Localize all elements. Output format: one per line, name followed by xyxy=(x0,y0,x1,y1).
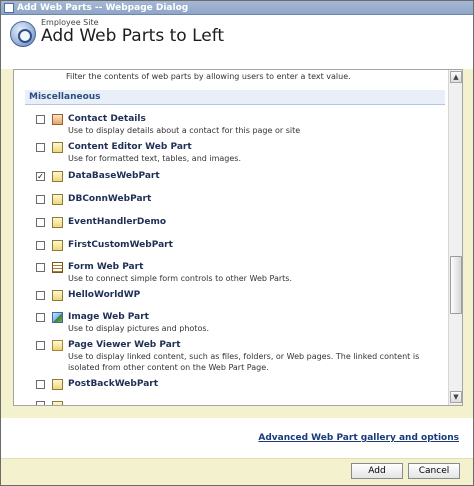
contact-details-icon xyxy=(52,114,63,125)
webpart-checkbox[interactable] xyxy=(36,143,45,152)
scrollbar-thumb[interactable] xyxy=(450,256,462,314)
webpart-description: Use for formatted text, tables, and imag… xyxy=(68,154,242,163)
site-logo-icon xyxy=(10,21,36,47)
webpart-icon xyxy=(52,194,63,205)
window-icon xyxy=(4,3,14,13)
webpart-description: Use to display pictures and photos. xyxy=(68,324,210,333)
webpart-title[interactable]: Page Viewer Web Part xyxy=(68,340,181,350)
webpart-title[interactable]: FirstCustomWebPart xyxy=(68,240,173,250)
header-spacer xyxy=(1,55,473,69)
title-bar: Add Web Parts -- Webpage Dialog xyxy=(1,1,473,15)
cancel-button[interactable]: Cancel xyxy=(408,463,460,479)
webpart-title[interactable]: EventHandlerDemo xyxy=(68,217,166,227)
webpart-checkbox[interactable] xyxy=(36,341,45,350)
webpart-checkbox[interactable] xyxy=(36,195,45,204)
webpart-title[interactable]: DataBaseWebPart xyxy=(68,171,160,181)
form-icon xyxy=(52,262,63,273)
webpart-title[interactable]: PostBackWebPart xyxy=(68,379,158,389)
webpart-checkbox[interactable] xyxy=(36,218,45,227)
webpart-title[interactable]: DBConnWebPart xyxy=(68,194,151,204)
dialog-header: Employee Site Add Web Parts to Left xyxy=(1,15,473,55)
webpart-icon xyxy=(52,171,63,182)
dialog-footer: Add Cancel xyxy=(1,458,473,485)
webpart-title[interactable]: Content Editor Web Part xyxy=(68,142,192,152)
webpart-title[interactable]: HelloWorldWP xyxy=(68,290,140,300)
webpart-checkbox[interactable]: ✓ xyxy=(36,172,45,181)
add-button[interactable]: Add xyxy=(351,463,403,479)
webpart-title[interactable]: Form Web Part xyxy=(68,262,143,272)
body-area: Filter the contents of web parts by allo… xyxy=(1,69,473,418)
webpart-checkbox[interactable] xyxy=(36,241,45,250)
page-viewer-icon xyxy=(52,340,63,351)
webpart-title[interactable]: Contact Details xyxy=(68,114,146,124)
content-editor-icon xyxy=(52,142,63,153)
filter-description: Filter the contents of web parts by allo… xyxy=(66,72,351,81)
advanced-gallery-link[interactable]: Advanced Web Part gallery and options xyxy=(258,433,459,443)
webpart-icon xyxy=(52,401,63,405)
webpart-checkbox[interactable] xyxy=(36,313,45,322)
window-title: Add Web Parts -- Webpage Dialog xyxy=(17,3,189,13)
webpart-icon xyxy=(52,290,63,301)
webpart-checkbox[interactable] xyxy=(36,263,45,272)
category-header: Miscellaneous xyxy=(25,90,445,105)
gallery-list: Filter the contents of web parts by allo… xyxy=(14,70,448,405)
web-part-gallery: Filter the contents of web parts by allo… xyxy=(13,69,463,406)
page-title: Add Web Parts to Left xyxy=(41,26,225,46)
webpart-checkbox[interactable] xyxy=(36,380,45,389)
scroll-up-icon[interactable]: ▲ xyxy=(450,71,462,83)
dialog-window: Add Web Parts -- Webpage Dialog Employee… xyxy=(0,0,474,486)
webpart-checkbox[interactable] xyxy=(36,115,45,124)
webpart-icon xyxy=(52,217,63,228)
webpart-description: Use to connect simple form controls to o… xyxy=(68,274,292,283)
webpart-title[interactable]: Image Web Part xyxy=(68,312,149,322)
webpart-icon xyxy=(52,240,63,251)
scroll-down-icon[interactable]: ▼ xyxy=(450,391,462,403)
webpart-checkbox[interactable] xyxy=(36,401,45,405)
webpart-description: Use to display details about a contact f… xyxy=(68,126,301,135)
image-icon xyxy=(52,312,63,323)
webpart-checkbox[interactable] xyxy=(36,291,45,300)
webpart-icon xyxy=(52,379,63,390)
webpart-description: Use to display linked content, such as f… xyxy=(68,352,420,372)
gallery-scrollbar[interactable]: ▲ ▼ xyxy=(448,70,462,405)
